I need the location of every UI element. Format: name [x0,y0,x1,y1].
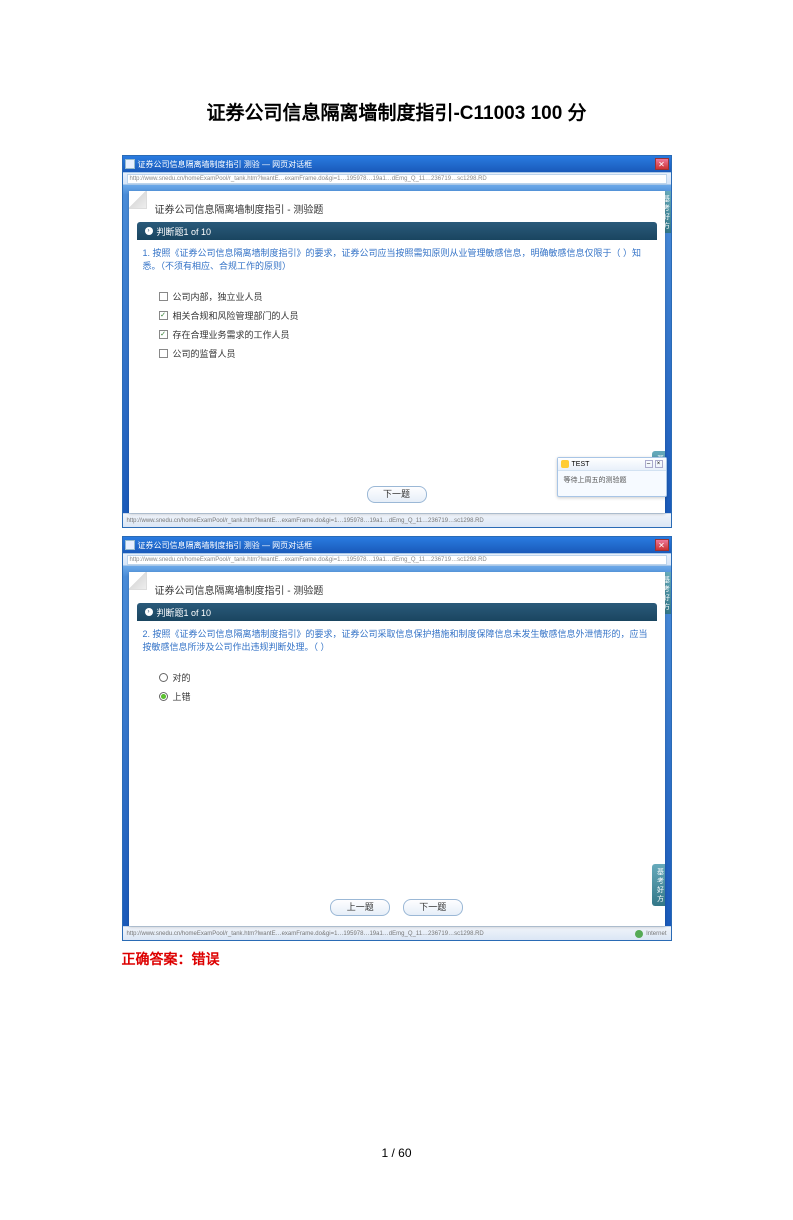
option-item[interactable]: 对的 [159,671,665,684]
options-list: 对的 上错 [129,663,665,719]
status-bar: http://www.snedu.cn/homeExamPool/r_tank.… [123,926,671,940]
option-label: 对的 [173,671,191,684]
window-titlebar: 证券公司信息隔离墙制度指引 测验 — 网页对话框 ✕ [123,156,671,172]
popup-body: 等待上周五的测验题 [558,471,666,489]
question-header: › 判断题1 of 10 [137,603,657,621]
page-title: 证券公司信息隔离墙制度指引-C11003 100 分 [0,98,793,125]
option-label: 相关合规和风险管理部门的人员 [173,309,299,322]
option-label: 上错 [173,690,191,703]
option-item[interactable]: 存在合理业务需求的工作人员 [159,328,665,341]
arrow-icon: › [145,608,153,616]
checkbox-icon[interactable] [159,311,168,320]
screenshot-2: 证券公司信息隔离墙制度指引 测验 — 网页对话框 ✕ http://www.sn… [122,536,672,941]
paper-fold-icon [129,191,147,209]
correct-answer: 正确答案：错误 [122,949,672,969]
app-icon [125,159,135,169]
option-item[interactable]: 公司的监督人员 [159,347,665,360]
status-url: http://www.snedu.cn/homeExamPool/r_tank.… [127,931,484,937]
checkbox-icon[interactable] [159,330,168,339]
question-text: 2. 按照《证券公司信息隔离墙制度指引》的要求，证券公司采取信息保护措施和制度保… [129,621,665,663]
question-header: › 判断题1 of 10 [137,222,657,240]
section-label: 判断题1 of 10 [157,225,212,238]
minimize-icon[interactable]: – [645,460,653,468]
viewport: 基 考 好 方 证券公司信息隔离墙制度指引 - 测验题 › 判断题1 of 10… [123,566,671,926]
nav-row: 上一题 下一题 [129,889,665,926]
notification-popup: TEST – × 等待上周五的测验题 [557,457,667,497]
option-item[interactable]: 公司内部，独立业人员 [159,290,665,303]
status-bar: http://www.snedu.cn/homeExamPool/r_tank.… [123,513,671,527]
globe-icon [635,930,643,938]
question-text: 1. 按照《证券公司信息隔离墙制度指引》的要求，证券公司应当按照需知原则从业管理… [129,240,665,282]
window-title: 证券公司信息隔离墙制度指引 测验 — 网页对话框 [138,540,313,551]
popup-title: TEST [572,461,590,468]
warning-icon [561,460,569,468]
next-button[interactable]: 下一题 [403,899,463,916]
url-address[interactable]: http://www.snedu.cn/homeExamPool/r_tank.… [127,555,667,565]
close-icon[interactable]: ✕ [655,539,669,551]
address-bar-row: http://www.snedu.cn/homeExamPool/r_tank.… [123,172,671,185]
browser-window: 证券公司信息隔离墙制度指引 测验 — 网页对话框 ✕ http://www.sn… [122,155,672,528]
next-button[interactable]: 下一题 [367,486,427,503]
paper-panel: 证券公司信息隔离墙制度指引 - 测验题 › 判断题1 of 10 2. 按照《证… [129,572,665,926]
window-title: 证券公司信息隔离墙制度指引 测验 — 网页对话框 [138,159,313,170]
browser-window: 证券公司信息隔离墙制度指引 测验 — 网页对话框 ✕ http://www.sn… [122,536,672,941]
panel-title: 证券公司信息隔离墙制度指引 - 测验题 [129,572,665,603]
close-icon[interactable]: ✕ [655,158,669,170]
arrow-icon: › [145,227,153,235]
option-item[interactable]: 上错 [159,690,665,703]
screenshot-1: 证券公司信息隔离墙制度指引 测验 — 网页对话框 ✕ http://www.sn… [122,155,672,528]
status-zone: Internet [646,931,666,937]
checkbox-icon[interactable] [159,292,168,301]
section-label: 判断题1 of 10 [157,606,212,619]
url-address[interactable]: http://www.snedu.cn/homeExamPool/r_tank.… [127,174,667,184]
page-number: 1 / 60 [0,1146,793,1160]
prev-button[interactable]: 上一题 [330,899,390,916]
popup-header: TEST – × [558,458,666,471]
panel-title: 证券公司信息隔离墙制度指引 - 测验题 [129,191,665,222]
side-badge-icon: 基 考 好 方 [652,864,665,906]
status-url: http://www.snedu.cn/homeExamPool/r_tank.… [127,518,484,524]
options-list: 公司内部，独立业人员 相关合规和风险管理部门的人员 存在合理业务需求的工作人员 … [129,282,665,376]
option-label: 公司内部，独立业人员 [173,290,263,303]
checkbox-icon[interactable] [159,349,168,358]
window-titlebar: 证券公司信息隔离墙制度指引 测验 — 网页对话框 ✕ [123,537,671,553]
viewport: 基 考 好 方 证券公司信息隔离墙制度指引 - 测验题 › 判断题1 of 10… [123,185,671,513]
app-icon [125,540,135,550]
option-label: 公司的监督人员 [173,347,236,360]
close-icon[interactable]: × [655,460,663,468]
option-label: 存在合理业务需求的工作人员 [173,328,290,341]
radio-icon[interactable] [159,692,168,701]
paper-fold-icon [129,572,147,590]
option-item[interactable]: 相关合规和风险管理部门的人员 [159,309,665,322]
address-bar-row: http://www.snedu.cn/homeExamPool/r_tank.… [123,553,671,566]
radio-icon[interactable] [159,673,168,682]
